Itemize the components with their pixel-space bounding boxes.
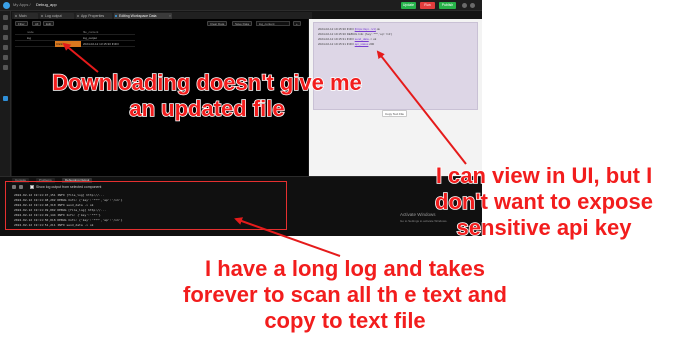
edit-button[interactable]: Edit xyxy=(43,21,55,26)
callout-download: Downloading doesn't give me an updated f… xyxy=(51,69,362,122)
history-icon[interactable] xyxy=(3,65,8,70)
publish-button[interactable]: Publish xyxy=(439,2,456,9)
explorer-icon[interactable] xyxy=(3,15,8,20)
data-icon[interactable] xyxy=(3,45,8,50)
preview-line: 2024-02-12 19:15:30 DEBUG Info: {'key': … xyxy=(318,32,392,36)
canvas-toolbar: Filter All Edit Clear Data Save Data log… xyxy=(12,20,308,28)
update-button[interactable]: Update xyxy=(401,2,416,9)
callout-log: I have a long log and takes forever to s… xyxy=(183,256,507,333)
save-data-button[interactable]: Save Data xyxy=(232,21,253,26)
download-link-cell[interactable]: Click... xyxy=(55,41,81,47)
layers-icon[interactable] xyxy=(3,55,8,60)
user-avatar-icon[interactable] xyxy=(470,3,475,8)
variable-input[interactable]: log_content xyxy=(256,21,290,26)
filter-button[interactable]: Filter xyxy=(15,21,28,26)
add-button[interactable]: + xyxy=(293,21,301,26)
debug-icon[interactable] xyxy=(3,96,8,101)
callout-view: I can view in UI, but I don't want to ex… xyxy=(434,162,654,241)
log-highlight-box xyxy=(5,181,287,230)
editor-tabs: Main Log output App Properties Editing W… xyxy=(12,12,312,19)
components-icon[interactable] xyxy=(3,35,8,40)
breadcrumb[interactable]: My Apps / xyxy=(13,2,31,7)
preview-line: 2024-02-12 19:15:30 INFO [https://api...… xyxy=(318,27,380,31)
clear-data-button[interactable]: Clear Data xyxy=(207,21,228,26)
app-name[interactable]: Debug_app xyxy=(36,2,57,7)
table-row[interactable]: Click... 2024-02-12 13:15:30 INFO xyxy=(15,41,135,47)
preview-line: 2024-02-12 19:15:31 INFO api_status 200 xyxy=(318,42,375,46)
search-icon[interactable] xyxy=(3,25,8,30)
top-bar: My Apps / Debug_app Update Run Publish xyxy=(0,0,482,11)
all-button[interactable]: All xyxy=(32,21,42,26)
data-grid: node file_content log log_output Click..… xyxy=(15,29,135,47)
grid-cell[interactable]: 2024-02-12 13:15:30 INFO xyxy=(83,41,133,47)
preview-line: 2024-02-12 19:15:31 INFO send_data -> ok xyxy=(318,37,377,41)
run-button[interactable]: Run xyxy=(420,2,435,9)
app-logo-icon[interactable] xyxy=(3,2,10,9)
settings-icon[interactable] xyxy=(462,3,467,8)
